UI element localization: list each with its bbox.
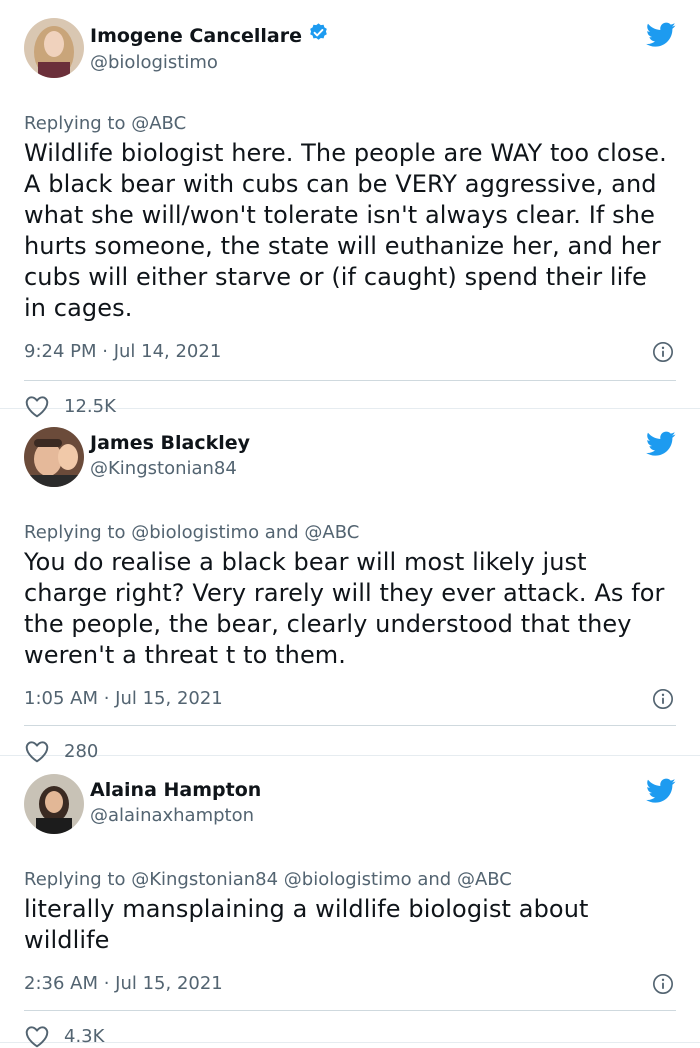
like-action[interactable]: 4.3K — [24, 1024, 676, 1048]
tweet-meta: 2:36 AM · Jul 15, 2021 — [24, 972, 676, 996]
author-name-link[interactable]: James Blackley — [90, 431, 250, 455]
author-name[interactable]: Imogene Cancellare — [90, 24, 302, 48]
author-block: James Blackley @Kingstonian84 — [90, 431, 250, 481]
reply-mentions[interactable]: @Kingstonian84 @biologistimo and @ABC — [131, 869, 512, 890]
reply-context: Replying to @biologistimo and @ABC — [24, 521, 676, 545]
divider — [24, 1010, 676, 1011]
reply-prefix: Replying to — [24, 113, 126, 134]
reply-mentions[interactable]: @biologistimo and @ABC — [131, 522, 359, 543]
twitter-bird-icon[interactable] — [646, 778, 676, 804]
reply-mentions[interactable]: @ABC — [131, 113, 186, 134]
timestamp[interactable]: 2:36 AM · Jul 15, 2021 — [24, 973, 223, 994]
author-name[interactable]: James Blackley — [90, 431, 250, 455]
reply-prefix: Replying to — [24, 869, 126, 890]
author-name-link[interactable]: Alaina Hampton — [90, 778, 261, 802]
info-icon[interactable] — [652, 688, 674, 710]
tweet-header: Imogene Cancellare @biologistimo — [24, 0, 676, 98]
like-count: 4.3K — [64, 1025, 105, 1047]
tweet-meta: 9:24 PM · Jul 14, 2021 — [24, 340, 676, 364]
author-block: Imogene Cancellare @biologistimo — [90, 22, 329, 75]
author-handle[interactable]: @alainaxhampton — [90, 804, 261, 828]
info-icon[interactable] — [652, 973, 674, 995]
heart-icon[interactable] — [24, 1024, 50, 1048]
author-handle[interactable]: @biologistimo — [90, 51, 329, 75]
info-icon[interactable] — [652, 341, 674, 363]
divider — [24, 725, 676, 726]
reply-context: Replying to @Kingstonian84 @biologistimo… — [24, 868, 676, 892]
tweet-card: Imogene Cancellare @biologistimo Replyin… — [0, 0, 700, 418]
author-handle[interactable]: @Kingstonian84 — [90, 457, 250, 481]
reply-context: Replying to @ABC — [24, 112, 676, 136]
avatar[interactable] — [24, 427, 84, 487]
tweet-card: Alaina Hampton @alainaxhampton Replying … — [0, 756, 700, 1048]
twitter-bird-icon[interactable] — [646, 22, 676, 48]
avatar[interactable] — [24, 18, 84, 78]
divider — [24, 380, 676, 381]
reply-prefix: Replying to — [24, 522, 126, 543]
tweet-meta: 1:05 AM · Jul 15, 2021 — [24, 687, 676, 711]
tweet-header: James Blackley @Kingstonian84 — [24, 409, 676, 507]
verified-badge-icon — [308, 22, 329, 49]
timestamp[interactable]: 9:24 PM · Jul 14, 2021 — [24, 341, 221, 362]
timestamp[interactable]: 1:05 AM · Jul 15, 2021 — [24, 688, 223, 709]
twitter-bird-icon[interactable] — [646, 431, 676, 457]
author-name[interactable]: Alaina Hampton — [90, 778, 261, 802]
avatar[interactable] — [24, 774, 84, 834]
author-block: Alaina Hampton @alainaxhampton — [90, 778, 261, 828]
tweet-text: You do realise a black bear will most li… — [24, 548, 665, 669]
tweet-text: Wildlife biologist here. The people are … — [24, 139, 667, 322]
tweet-header: Alaina Hampton @alainaxhampton — [24, 756, 676, 854]
tweet-text: literally mansplaining a wildlife biolog… — [24, 895, 589, 954]
tweet-card: James Blackley @Kingstonian84 Replying t… — [0, 409, 700, 763]
author-name-link[interactable]: Imogene Cancellare — [90, 22, 329, 49]
